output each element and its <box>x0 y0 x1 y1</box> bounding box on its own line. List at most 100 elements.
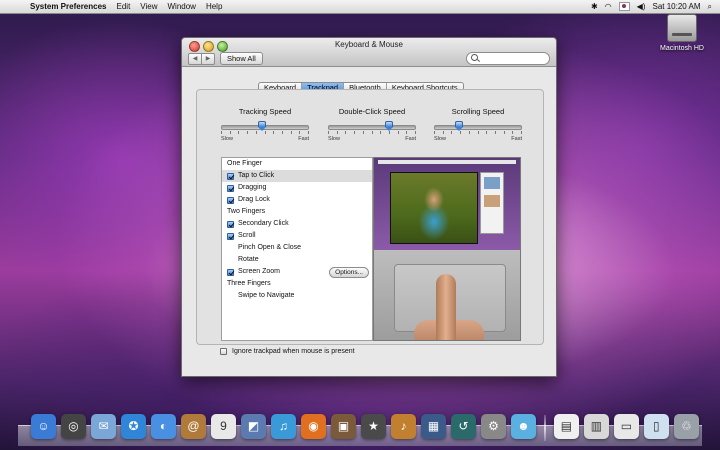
spotlight-icon[interactable]: ⌕ <box>708 2 712 12</box>
menu-window[interactable]: Window <box>168 2 196 11</box>
menu-view[interactable]: View <box>140 2 157 11</box>
trash-dock-item[interactable]: ♲ <box>673 412 700 441</box>
slider-tick <box>345 131 346 134</box>
slider-thumb[interactable] <box>258 121 266 131</box>
list-item-tap-to-click[interactable]: Tap to Click <box>222 170 372 182</box>
slider-tick <box>221 131 222 134</box>
checkbox[interactable] <box>227 232 234 240</box>
messenger-dock-item[interactable]: ☻ <box>510 412 537 441</box>
time-machine-dock-item[interactable]: ↺ <box>450 412 477 441</box>
show-all-button[interactable]: Show All <box>220 52 263 65</box>
preview-photo <box>390 172 478 244</box>
list-item-scroll[interactable]: Scroll <box>222 230 372 242</box>
clock[interactable]: Sat 10:20 AM <box>652 2 700 11</box>
volume-icon[interactable]: ◀) <box>637 2 646 11</box>
applications-stack-dock-item[interactable]: ▥ <box>583 412 610 441</box>
document-icon[interactable]: ▤ <box>553 414 579 439</box>
safari-icon[interactable]: ✪ <box>121 414 146 439</box>
firefox-icon[interactable]: ◉ <box>301 414 326 439</box>
drive-label: Macintosh HD <box>660 45 704 52</box>
list-item-dragging[interactable]: Dragging <box>222 182 372 194</box>
ignore-trackpad-option[interactable]: Ignore trackpad when mouse is present <box>220 348 355 355</box>
checkbox[interactable] <box>227 184 234 192</box>
screen-zoom-options-button[interactable]: Options... <box>329 267 369 278</box>
title-bar[interactable]: Keyboard & Mouse ◀ ▶ Show All <box>182 38 556 67</box>
bluetooth-icon[interactable]: ✱ <box>591 2 598 11</box>
checkbox[interactable] <box>227 220 234 228</box>
finder-dock-item[interactable]: ☺ <box>30 412 57 441</box>
iphoto-icon[interactable]: ◩ <box>241 414 266 439</box>
imovie-icon[interactable]: ★ <box>361 414 386 439</box>
scrolling-speed-slider[interactable]: Scrolling Speed Slow Fast <box>434 107 522 142</box>
slider-title: Tracking Speed <box>238 107 292 116</box>
slider-thumb[interactable] <box>455 121 463 131</box>
garageband-dock-item[interactable]: ♪ <box>390 412 417 441</box>
garageband-icon[interactable]: ♪ <box>391 414 416 439</box>
messenger-icon[interactable]: ☻ <box>511 414 536 439</box>
search-field[interactable] <box>466 52 550 65</box>
list-item-rotate[interactable]: Rotate <box>222 254 372 266</box>
ichat-dock-item[interactable]: ◐ <box>150 412 177 441</box>
forward-button[interactable]: ▶ <box>202 53 215 65</box>
downloads-stack-icon[interactable]: ▭ <box>613 414 639 439</box>
address-book-icon[interactable]: @ <box>181 414 206 439</box>
dashboard-icon[interactable]: ◎ <box>61 414 86 439</box>
preview-icon[interactable]: ▣ <box>331 414 356 439</box>
time-machine-icon[interactable]: ↺ <box>451 414 476 439</box>
imovie-dock-item[interactable]: ★ <box>360 412 387 441</box>
mail-dock-item[interactable]: ✉ <box>90 412 117 441</box>
spaces-icon[interactable]: ▦ <box>421 414 446 439</box>
firefox-dock-item[interactable]: ◉ <box>300 412 327 441</box>
applications-stack-icon[interactable]: ▥ <box>583 414 609 439</box>
dashboard-dock-item[interactable]: ◎ <box>60 412 87 441</box>
iphoto-dock-item[interactable]: ◩ <box>240 412 267 441</box>
mail-icon[interactable]: ✉ <box>91 414 116 439</box>
slider-tick <box>372 131 373 134</box>
ical-dock-item[interactable]: 9 <box>210 412 237 441</box>
system-preferences-icon[interactable]: ⚙ <box>481 414 506 439</box>
document-dock-item[interactable]: ▤ <box>553 412 580 441</box>
slider-track[interactable] <box>328 121 416 131</box>
slider-track[interactable] <box>434 121 522 131</box>
app-menu[interactable]: System Preferences <box>30 2 107 11</box>
input-source-flag-icon[interactable] <box>618 2 630 11</box>
slider-tick <box>299 131 300 134</box>
checkbox[interactable] <box>227 268 234 276</box>
checkbox[interactable] <box>227 196 234 204</box>
itunes-icon[interactable]: ♫ <box>271 414 296 439</box>
list-item-screen-zoom[interactable]: Screen Zoom Options... <box>222 266 372 278</box>
menu-help[interactable]: Help <box>206 2 222 11</box>
wifi-icon[interactable]: ◠ <box>605 2 612 11</box>
slider-thumb[interactable] <box>385 121 393 131</box>
spaces-dock-item[interactable]: ▦ <box>420 412 447 441</box>
list-item-label: Rotate <box>238 256 259 263</box>
list-item-pinch[interactable]: Pinch Open & Close <box>222 242 372 254</box>
finder-icon[interactable]: ☺ <box>31 414 56 439</box>
documents-stack-icon[interactable]: ▯ <box>643 414 669 439</box>
safari-dock-item[interactable]: ✪ <box>120 412 147 441</box>
trash-icon[interactable]: ♲ <box>673 414 699 439</box>
downloads-stack-dock-item[interactable]: ▭ <box>613 412 640 441</box>
double-click-speed-slider[interactable]: Double-Click Speed Slow Fast <box>328 107 416 142</box>
system-preferences-dock-item[interactable]: ⚙ <box>480 412 507 441</box>
menu-bar: System Preferences Edit View Window Help… <box>0 0 720 14</box>
ignore-trackpad-checkbox[interactable] <box>220 348 227 355</box>
documents-stack-dock-item[interactable]: ▯ <box>643 412 670 441</box>
preview-dock-item[interactable]: ▣ <box>330 412 357 441</box>
ichat-icon[interactable]: ◐ <box>151 414 176 439</box>
list-item-secondary-click[interactable]: Secondary Click <box>222 218 372 230</box>
menu-edit[interactable]: Edit <box>117 2 131 11</box>
ical-icon[interactable]: 9 <box>211 414 236 439</box>
slider-tick <box>389 131 390 134</box>
address-book-dock-item[interactable]: @ <box>180 412 207 441</box>
gesture-preview-video <box>373 157 521 341</box>
list-item-drag-lock[interactable]: Drag Lock <box>222 194 372 206</box>
hard-drive-icon[interactable] <box>667 14 697 42</box>
slider-track[interactable] <box>221 121 309 131</box>
back-button[interactable]: ◀ <box>188 53 202 65</box>
macintosh-hd[interactable]: Macintosh HD <box>652 14 712 52</box>
list-item-swipe[interactable]: Swipe to Navigate <box>222 290 372 302</box>
itunes-dock-item[interactable]: ♫ <box>270 412 297 441</box>
checkbox[interactable] <box>227 172 234 180</box>
tracking-speed-slider[interactable]: Tracking Speed Slow Fast <box>221 107 309 142</box>
